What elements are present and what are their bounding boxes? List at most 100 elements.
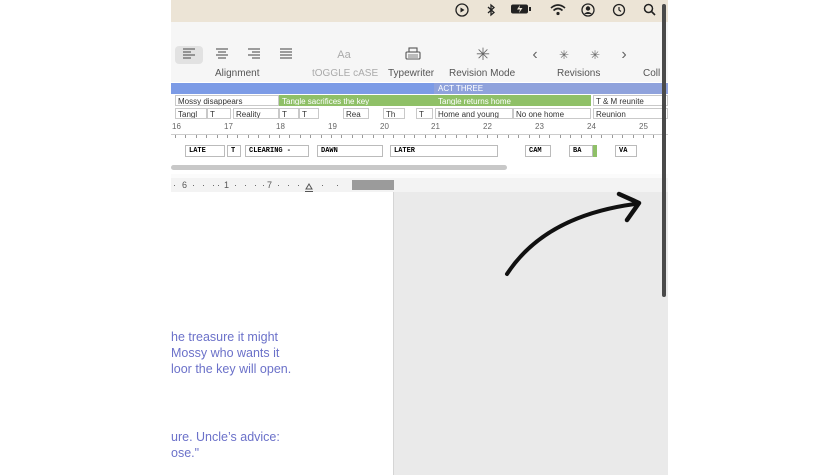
ruler-margin-marker[interactable] bbox=[352, 180, 394, 190]
timeline-ruler-number: 19 bbox=[328, 122, 337, 131]
next-revision-button[interactable]: ✳︎ bbox=[585, 46, 605, 64]
align-left-icon bbox=[183, 48, 195, 59]
timeline-ruler-tick bbox=[393, 135, 395, 138]
scene-block[interactable]: DAWN bbox=[317, 145, 383, 157]
act-bar-previous[interactable] bbox=[171, 83, 434, 94]
toggle-case-button[interactable]: Aa bbox=[331, 46, 357, 64]
document-text-line[interactable]: he treasure it might bbox=[171, 329, 278, 345]
annotation-arrow-icon bbox=[505, 191, 642, 276]
scene-block[interactable]: T bbox=[227, 145, 241, 157]
timeline-card[interactable]: Th bbox=[383, 108, 405, 119]
timeline-ruler-tick bbox=[487, 135, 488, 138]
scene-block[interactable]: BA bbox=[569, 145, 593, 157]
scene-block[interactable]: CLEARING - bbox=[245, 145, 309, 157]
timeline-ruler-tick bbox=[289, 135, 291, 138]
timeline-ruler-tick bbox=[195, 135, 197, 138]
alignment-label: Alignment bbox=[215, 68, 260, 79]
ruler-mark: 7 bbox=[267, 180, 273, 190]
timeline-ruler-tick bbox=[559, 135, 561, 138]
timeline-card[interactable]: T bbox=[299, 108, 319, 119]
timeline-ruler-number: 25 bbox=[639, 122, 648, 131]
previous-revision-button[interactable]: ✳︎ bbox=[554, 46, 574, 64]
timeline-ruler-tick bbox=[299, 135, 301, 138]
revision-mode-button[interactable]: ✳︎ bbox=[473, 46, 493, 64]
timeline-card[interactable]: Tangle sacrifices the key bbox=[279, 95, 435, 106]
asterisk-icon: ✳︎ bbox=[475, 45, 491, 64]
timeline-ruler-tick bbox=[310, 135, 312, 138]
timeline-ruler-tick bbox=[247, 135, 249, 138]
timeline-card[interactable]: T bbox=[207, 108, 231, 119]
chevron-left-icon: ‹ bbox=[532, 46, 538, 63]
time-machine-icon[interactable] bbox=[611, 3, 627, 19]
timeline-ruler-tick bbox=[455, 135, 457, 138]
timeline-ruler-number: 20 bbox=[380, 122, 389, 131]
ruler-mark: · bbox=[336, 180, 339, 190]
ruler-mark: · bbox=[277, 180, 280, 190]
timeline-ruler-tick bbox=[258, 135, 260, 138]
justify-button[interactable] bbox=[275, 46, 297, 64]
toggle-case-label: tOGGLE cASE bbox=[312, 68, 379, 79]
timeline-card[interactable]: No one home bbox=[513, 108, 591, 119]
timeline-card[interactable]: Mossy disappears bbox=[175, 95, 279, 106]
timeline-ruler-tick bbox=[591, 135, 592, 138]
search-icon[interactable] bbox=[641, 3, 657, 19]
timeline-card[interactable]: Reunion bbox=[593, 108, 668, 119]
timeline-ruler-tick bbox=[570, 135, 572, 138]
timeline-ruler-number: 21 bbox=[431, 122, 440, 131]
timeline-ruler-tick bbox=[611, 135, 613, 138]
align-center-button[interactable] bbox=[211, 46, 233, 64]
timeline-ruler-tick bbox=[445, 135, 447, 138]
timeline-card[interactable]: Rea bbox=[343, 108, 369, 119]
document-page[interactable]: he treasure it might Mossy who wants it … bbox=[171, 192, 394, 475]
timeline-ruler-line bbox=[171, 134, 668, 135]
timeline-ruler-tick bbox=[466, 135, 468, 138]
user-circle-icon[interactable] bbox=[580, 3, 596, 19]
ruler-mark: 6 bbox=[182, 180, 188, 190]
document-text-line[interactable]: ose." bbox=[171, 445, 199, 461]
bluetooth-icon[interactable] bbox=[483, 3, 499, 19]
toolbar: Alignment Aa tOGGLE cASE Typewriter ✳︎ R… bbox=[171, 22, 668, 82]
document-text-line[interactable]: ure. Uncle’s advice: bbox=[171, 429, 280, 445]
wifi-icon[interactable] bbox=[549, 3, 567, 19]
battery-charging-icon[interactable] bbox=[509, 3, 533, 19]
timeline-ruler-tick bbox=[320, 135, 322, 138]
act-bar-three[interactable]: ACT THREE bbox=[434, 83, 668, 94]
revisions-prev-button[interactable]: ‹ bbox=[528, 46, 542, 64]
timeline-ruler-tick bbox=[643, 135, 644, 138]
ruler-mark: · bbox=[321, 180, 324, 190]
timeline-ruler-tick bbox=[216, 135, 218, 138]
typewriter-button[interactable] bbox=[402, 46, 424, 64]
timeline-card[interactable]: T bbox=[416, 108, 433, 119]
ruler-mark: · bbox=[262, 180, 265, 190]
timeline-card[interactable]: T & M reunite bbox=[593, 95, 668, 106]
revision-mode-label: Revision Mode bbox=[449, 68, 516, 79]
scene-block[interactable]: VA bbox=[615, 145, 637, 157]
timeline-ruler-tick bbox=[622, 135, 624, 138]
timeline-card[interactable]: Tangl bbox=[175, 108, 207, 119]
scene-block[interactable]: CAM bbox=[525, 145, 551, 157]
document-text-line[interactable]: Mossy who wants it bbox=[171, 345, 279, 361]
timeline-ruler-tick bbox=[372, 135, 374, 138]
revisions-next-button[interactable]: › bbox=[617, 46, 631, 64]
scene-block[interactable]: LATER bbox=[390, 145, 498, 157]
timeline-card[interactable]: Reality bbox=[233, 108, 279, 119]
scene-block[interactable]: LATE bbox=[185, 145, 225, 157]
timeline-ruler-tick bbox=[414, 135, 416, 138]
timeline-card[interactable]: T bbox=[279, 108, 299, 119]
timeline-card[interactable]: Home and young bbox=[435, 108, 513, 119]
vertical-scrollbar[interactable] bbox=[662, 4, 666, 297]
play-circle-icon[interactable] bbox=[454, 3, 470, 19]
timeline-ruler-number: 18 bbox=[276, 122, 285, 131]
scene-marker-green bbox=[593, 145, 597, 157]
document-text-line[interactable]: loor the key will open. bbox=[171, 361, 291, 377]
timeline-ruler-tick bbox=[497, 135, 499, 138]
tab-stop-marker[interactable] bbox=[305, 180, 313, 192]
timeline-ruler-number: 24 bbox=[587, 122, 596, 131]
timeline-card[interactable]: Tangle returns home bbox=[435, 95, 591, 106]
timeline-ruler-tick bbox=[331, 135, 332, 138]
timeline-ruler-tick bbox=[632, 135, 634, 138]
align-right-button[interactable] bbox=[243, 46, 265, 64]
align-left-button[interactable] bbox=[175, 46, 203, 64]
timeline-ruler-tick bbox=[268, 135, 270, 138]
timeline-horizontal-scrollbar[interactable] bbox=[171, 165, 507, 170]
